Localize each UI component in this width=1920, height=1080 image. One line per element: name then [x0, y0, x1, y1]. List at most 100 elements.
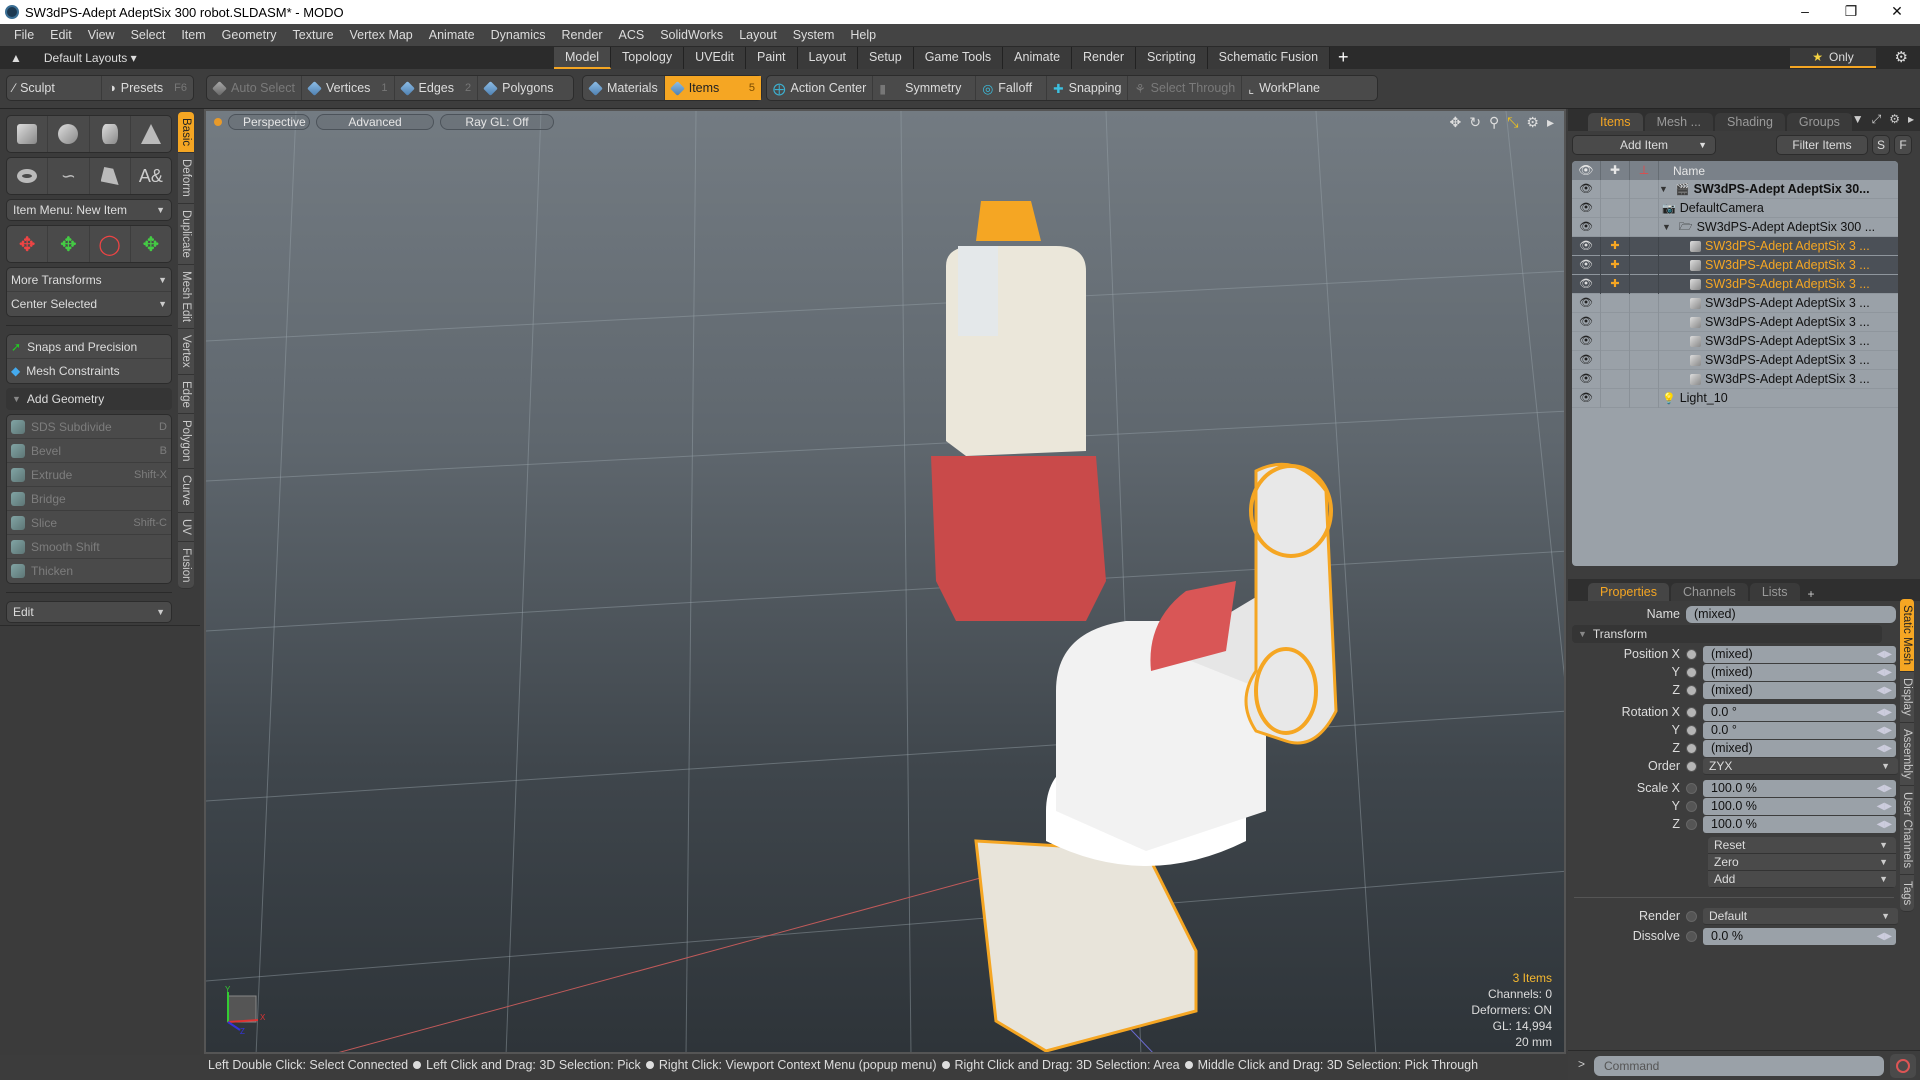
lock-marker-icon[interactable]: ✚: [1601, 255, 1630, 275]
tab-model[interactable]: Model: [554, 47, 612, 69]
visibility-eye-icon[interactable]: 👁: [1572, 388, 1601, 408]
tab-channels[interactable]: Channels: [1670, 583, 1748, 601]
pivot-cell[interactable]: [1630, 255, 1659, 275]
tab-items[interactable]: Items: [1588, 113, 1643, 131]
edit-dropdown[interactable]: Edit ▼: [6, 601, 172, 623]
vtab-vertex[interactable]: Vertex: [178, 328, 194, 375]
torus-primitive-button[interactable]: [7, 158, 49, 194]
snapping-button[interactable]: ✚ Snapping: [1047, 76, 1129, 100]
keyframe-dot[interactable]: [1686, 760, 1697, 772]
select-through-button[interactable]: ⚘ Select Through: [1128, 76, 1243, 100]
vtab-tags[interactable]: Tags: [1900, 874, 1914, 913]
text-tool-button[interactable]: A&: [131, 158, 171, 194]
record-macro-button[interactable]: [1890, 1054, 1916, 1078]
reset-dropdown[interactable]: Reset ▼: [1708, 837, 1896, 854]
slice-button[interactable]: Slice Shift-C: [7, 511, 171, 535]
menu-file[interactable]: File: [6, 28, 42, 42]
vtab-fusion[interactable]: Fusion: [178, 541, 194, 590]
lock-cell[interactable]: [1601, 369, 1630, 389]
presets-button[interactable]: ◑ Presets F6: [102, 76, 193, 100]
bridge-button[interactable]: Bridge: [7, 487, 171, 511]
vertices-button[interactable]: Vertices 1: [302, 76, 395, 100]
item-row[interactable]: 👁 SW3dPS-Adept AdeptSix 3 ...: [1572, 331, 1898, 351]
item-row[interactable]: 👁 SW3dPS-Adept AdeptSix 3 ...: [1572, 369, 1898, 389]
more-tabs-chevron-icon[interactable]: ▼: [1852, 112, 1864, 127]
keyframe-dot[interactable]: [1686, 666, 1697, 678]
tab-schematic-fusion[interactable]: Schematic Fusion: [1207, 47, 1331, 69]
lock-cell[interactable]: [1601, 198, 1630, 218]
spiral-primitive-button[interactable]: ∽: [48, 158, 90, 194]
panel-expand-icon[interactable]: ▸: [1908, 112, 1914, 127]
keyframe-dot[interactable]: [1686, 910, 1697, 922]
vtab-display[interactable]: Display: [1900, 672, 1914, 723]
shading-mode-dropdown[interactable]: Advanced: [316, 114, 434, 130]
transform-section[interactable]: ▼ Transform: [1572, 625, 1882, 643]
workplane-button[interactable]: ⌞ WorkPlane: [1242, 76, 1326, 100]
pan-icon[interactable]: ✥: [1449, 114, 1461, 131]
add-tab-button[interactable]: +: [1330, 47, 1357, 69]
3d-viewport[interactable]: Perspective Advanced Ray GL: Off ✥ ↻ ⚲ ⤡…: [204, 109, 1566, 1054]
visibility-eye-icon[interactable]: 👁: [1572, 293, 1601, 313]
rotate-tool-button[interactable]: ◯: [90, 226, 131, 262]
items-button[interactable]: Items 5: [664, 76, 761, 100]
more-transforms-dropdown[interactable]: More Transforms ▼: [7, 268, 171, 292]
keyframe-dot[interactable]: [1686, 724, 1697, 736]
move-tool-button[interactable]: ✥: [48, 226, 90, 262]
menu-view[interactable]: View: [80, 28, 123, 42]
scale-x-field[interactable]: 100.0 % ◀▶: [1703, 779, 1896, 797]
lock-cell[interactable]: [1601, 312, 1630, 332]
visibility-eye-icon[interactable]: 👁: [1572, 198, 1601, 218]
thicken-button[interactable]: Thicken: [7, 559, 171, 583]
robot-base-selected[interactable]: [974, 839, 1198, 1052]
viewport-gear-icon[interactable]: ⚙: [1526, 114, 1539, 131]
scale-z-field[interactable]: 100.0 % ◀▶: [1703, 815, 1896, 833]
item-row[interactable]: 👁 SW3dPS-Adept AdeptSix 3 ...: [1572, 312, 1898, 332]
expand-arrow-icon[interactable]: ▸: [1547, 114, 1554, 131]
scale-y-field[interactable]: 100.0 % ◀▶: [1703, 797, 1896, 815]
rotation-x-field[interactable]: 0.0 ° ◀▶: [1703, 703, 1896, 721]
keyframe-dot[interactable]: [1686, 648, 1697, 660]
menu-dynamics[interactable]: Dynamics: [483, 28, 554, 42]
vtab-static-mesh[interactable]: Static Mesh: [1900, 599, 1914, 673]
pivot-cell[interactable]: [1630, 217, 1659, 237]
keyframe-dot[interactable]: [1686, 742, 1697, 754]
menu-select[interactable]: Select: [123, 28, 174, 42]
item-row[interactable]: 👁 ✚ SW3dPS-Adept AdeptSix 3 ...: [1572, 274, 1898, 294]
vtab-polygon[interactable]: Polygon: [178, 414, 194, 469]
menu-help[interactable]: Help: [842, 28, 884, 42]
vtab-duplicate[interactable]: Duplicate: [178, 203, 194, 265]
rotation-y-field[interactable]: 0.0 ° ◀▶: [1703, 721, 1896, 739]
auto-select-button[interactable]: Auto Select: [207, 76, 302, 100]
zero-dropdown[interactable]: Zero ▼: [1708, 854, 1896, 871]
menu-vertex-map[interactable]: Vertex Map: [342, 28, 421, 42]
viewport-options-dot[interactable]: [214, 118, 222, 126]
vtab-mesh-edit[interactable]: Mesh Edit: [178, 264, 194, 329]
tab-topology[interactable]: Topology: [611, 47, 685, 69]
menu-animate[interactable]: Animate: [421, 28, 483, 42]
add-tab-button[interactable]: +: [1802, 587, 1821, 601]
pivot-column-icon[interactable]: ⊥: [1630, 161, 1659, 180]
tab-mesh-ops[interactable]: Mesh ...: [1644, 113, 1714, 131]
item-row[interactable]: 👁 ✚ SW3dPS-Adept AdeptSix 3 ...: [1572, 236, 1898, 256]
menu-item[interactable]: Item: [173, 28, 213, 42]
order-dropdown[interactable]: ZYX ▼: [1703, 757, 1898, 775]
lock-cell[interactable]: [1601, 293, 1630, 313]
tab-animate[interactable]: Animate: [1003, 47, 1073, 69]
slider-arrows-icon[interactable]: ◀▶: [1877, 704, 1892, 721]
expand-triangle-icon[interactable]: ▼: [1659, 184, 1668, 194]
default-layouts-dropdown[interactable]: Default Layouts ▾: [44, 51, 137, 65]
transform-tool-button[interactable]: ✥: [7, 226, 49, 262]
lock-cell[interactable]: [1601, 350, 1630, 370]
menu-render[interactable]: Render: [554, 28, 611, 42]
smooth-shift-button[interactable]: Smooth Shift: [7, 535, 171, 559]
tab-groups[interactable]: Groups: [1786, 113, 1852, 131]
restore-button[interactable]: ❐: [1828, 0, 1874, 24]
tab-scripting[interactable]: Scripting: [1136, 47, 1208, 69]
tab-setup[interactable]: Setup: [858, 47, 914, 69]
visibility-eye-icon[interactable]: 👁: [1572, 179, 1601, 199]
item-row[interactable]: 👁 SW3dPS-Adept AdeptSix 3 ...: [1572, 293, 1898, 313]
s-toggle-button[interactable]: S: [1872, 135, 1890, 155]
bevel-button[interactable]: Bevel B: [7, 439, 171, 463]
keyframe-dot[interactable]: [1686, 782, 1697, 794]
visibility-eye-icon[interactable]: 👁: [1572, 217, 1601, 237]
